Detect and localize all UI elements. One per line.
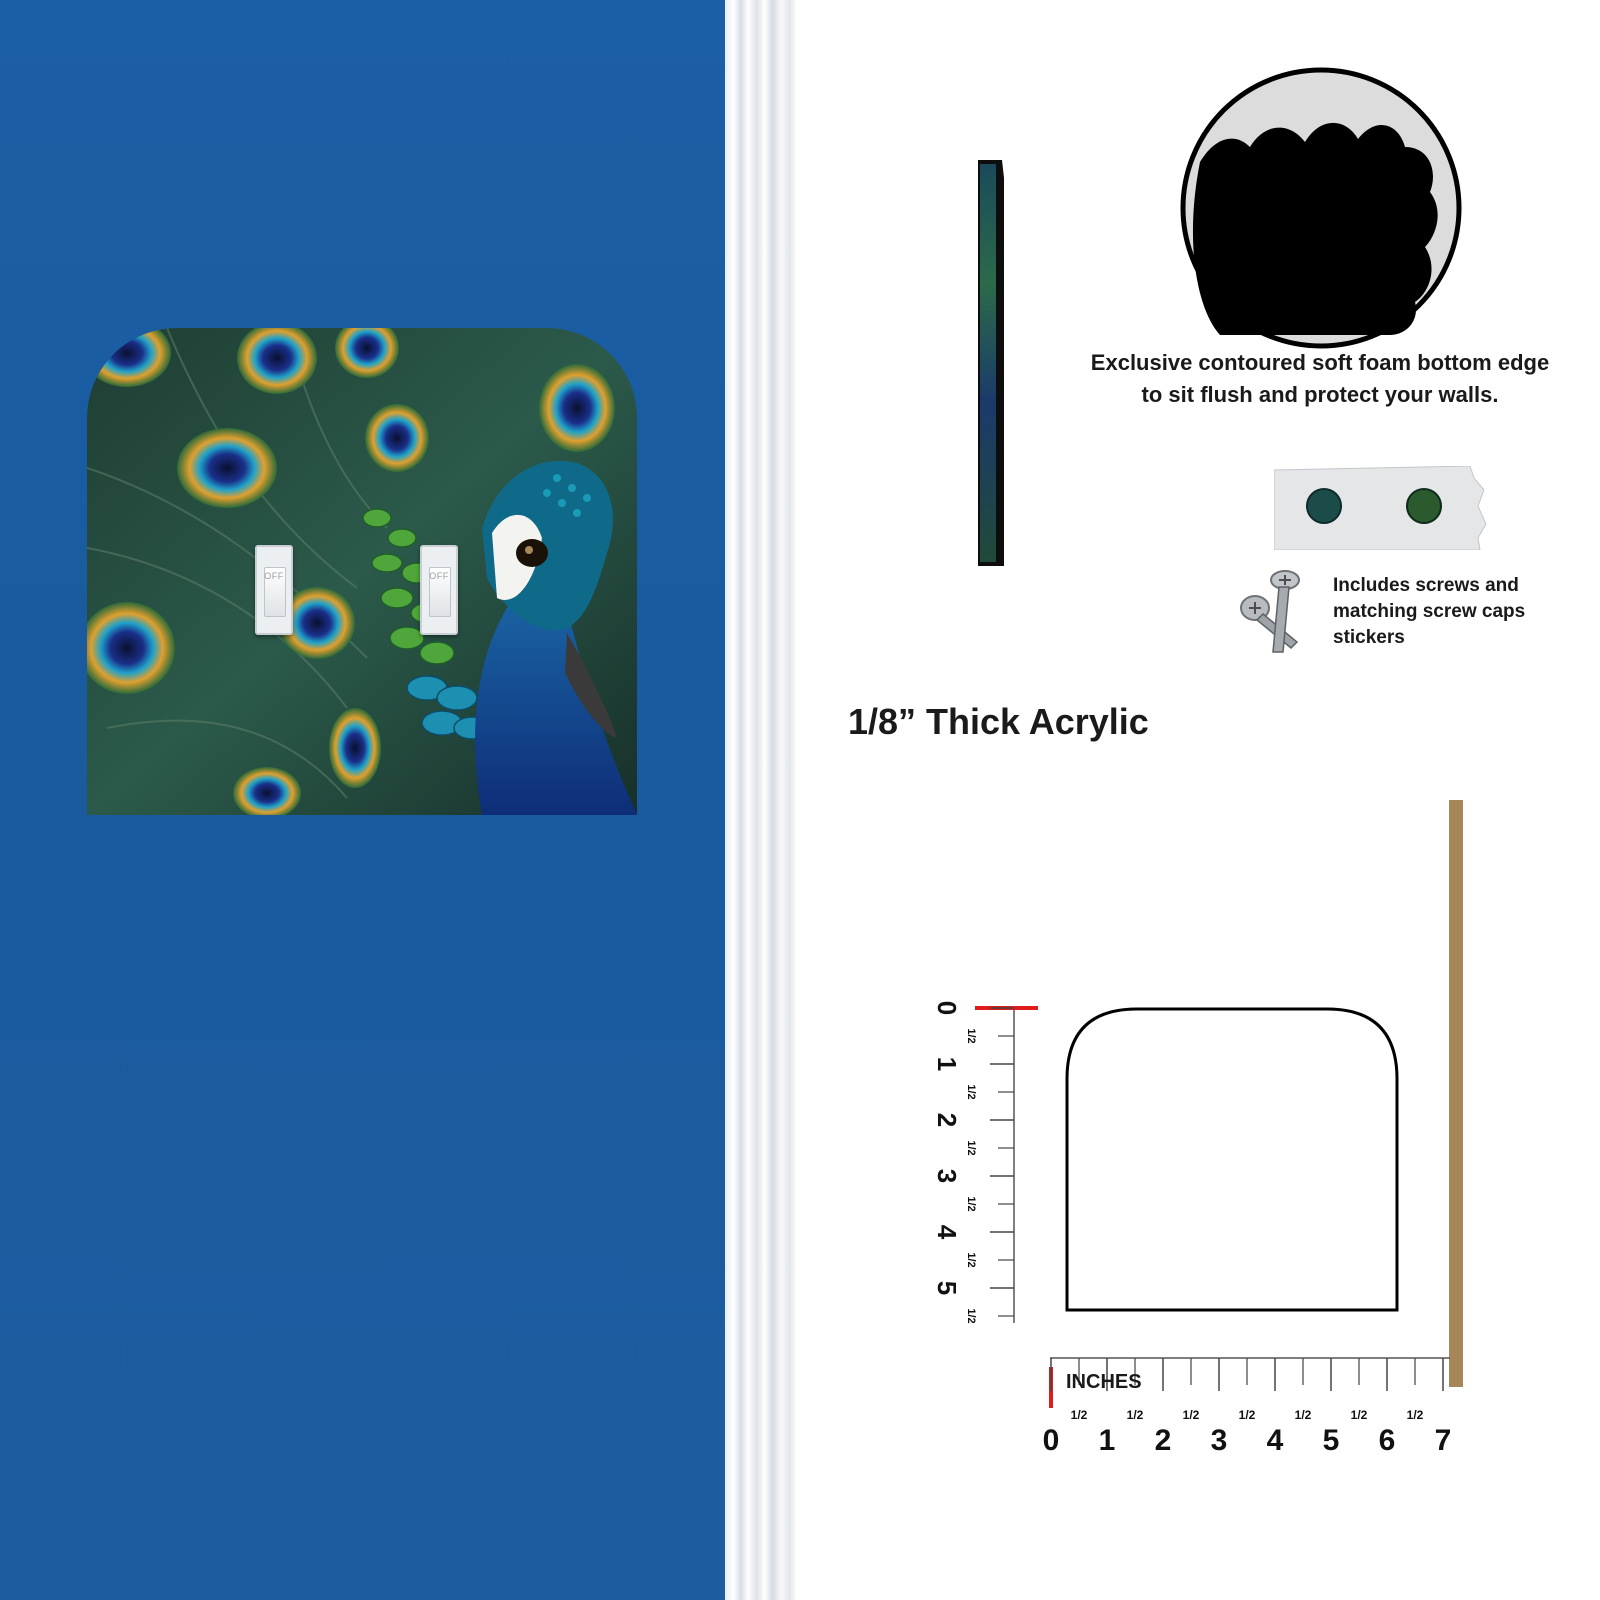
screws-image (1225, 570, 1325, 662)
vertical-ruler-half-label: 1/2 (965, 1140, 977, 1155)
horizontal-ruler-half-label: 1/2 (1071, 1408, 1088, 1422)
horizontal-ruler-number: 6 (1379, 1424, 1396, 1457)
toggle-switch-left[interactable]: OFF (255, 545, 293, 635)
screw-cap-stickers (1273, 465, 1488, 551)
horizontal-ruler-half-label: 1/2 (1239, 1408, 1256, 1422)
switch-off-label: OFF (429, 571, 449, 581)
horizontal-ruler-number: 5 (1323, 1424, 1340, 1457)
vertical-ruler-number: 5 (932, 1281, 962, 1295)
vertical-ruler-number: 0 (932, 1001, 962, 1015)
vertical-ruler-number: 1 (932, 1057, 962, 1071)
vertical-ruler-half-label: 1/2 (965, 1252, 977, 1267)
vertical-ruler-half-label: 1/2 (965, 1084, 977, 1099)
inches-label: INCHES (1066, 1371, 1142, 1393)
horizontal-ruler-number: 0 (1043, 1424, 1060, 1457)
horizontal-ruler-half-label: 1/2 (1183, 1408, 1200, 1422)
horizontal-ruler-half-label: 1/2 (1127, 1408, 1144, 1422)
vertical-ruler-half-label: 1/2 (965, 1196, 977, 1211)
horizontal-ruler-number: 7 (1435, 1424, 1452, 1457)
vertical-ruler-number: 2 (932, 1113, 962, 1127)
vertical-ruler-half-label: 1/2 (965, 1308, 977, 1323)
vertical-ruler-number: 4 (932, 1225, 962, 1240)
thickness-label: 1/8” Thick Acrylic (848, 701, 1149, 742)
horizontal-ruler-number: 4 (1267, 1424, 1284, 1457)
foam-edge-closeup (1180, 67, 1462, 349)
horizontal-ruler-number: 3 (1211, 1424, 1228, 1457)
door-trim (725, 0, 797, 1600)
vertical-ruler-number: 3 (932, 1169, 962, 1183)
toggle-switch-right[interactable]: OFF (420, 545, 458, 635)
plate-outline (1065, 1007, 1399, 1312)
peacock-artwork (87, 328, 637, 815)
size-diagram: 0 1/2 1 1/2 2 1/2 3 1/2 4 1/2 5 1/2 0 1/2 1 1/2 2 1/2 3 1/… (930, 795, 1470, 1485)
foam-description: Exclusive contoured soft foam bottom edg… (1090, 350, 1550, 407)
horizontal-ruler-number: 2 (1155, 1424, 1172, 1457)
screws-description: Includes screws and matching screw caps … (1333, 575, 1526, 648)
horizontal-ruler-number: 1 (1099, 1424, 1116, 1457)
acrylic-edge-view (974, 158, 1006, 568)
wall-shim (1449, 800, 1463, 1387)
vertical-ruler-half-label: 1/2 (965, 1028, 977, 1043)
switch-plate-cover: OFF OFF (87, 328, 637, 815)
horizontal-ruler-half-label: 1/2 (1351, 1408, 1368, 1422)
horizontal-ruler-half-label: 1/2 (1407, 1408, 1424, 1422)
switch-off-label: OFF (264, 571, 284, 581)
horizontal-ruler-half-label: 1/2 (1295, 1408, 1312, 1422)
